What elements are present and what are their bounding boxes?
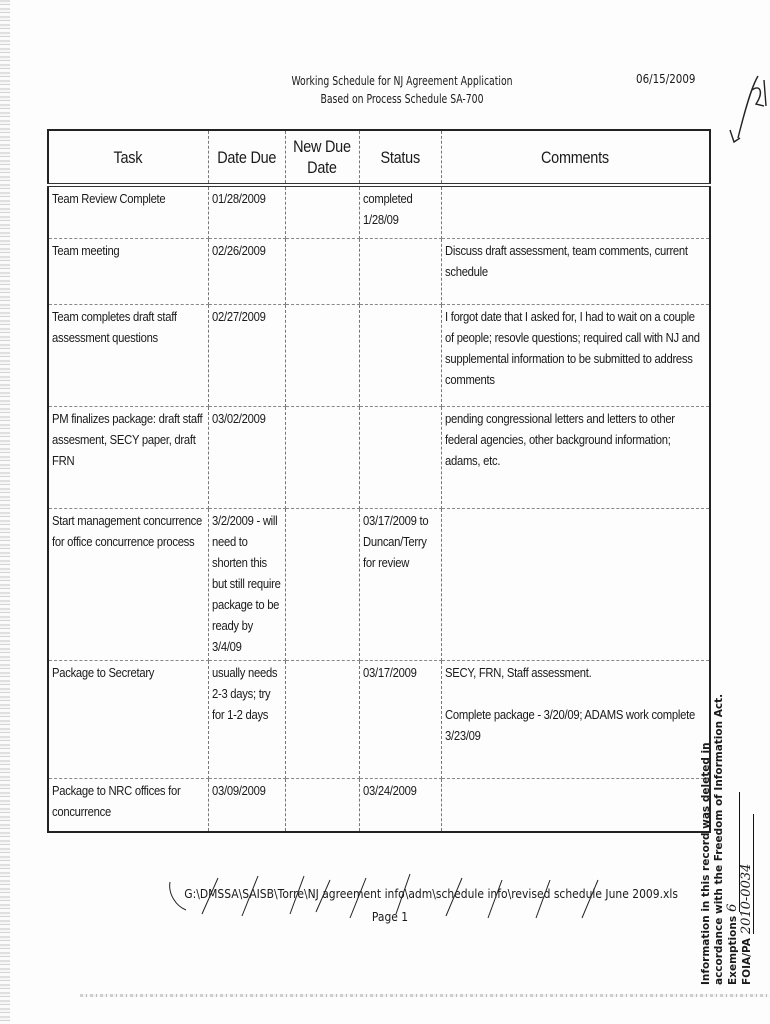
cell-date-due: 03/02/2009	[207, 406, 286, 509]
table-row: Package to NRC offices for concurrence 0…	[47, 778, 711, 833]
document-title: Working Schedule for NJ Agreement Applic…	[282, 72, 523, 108]
task-text: Package to Secretary	[52, 665, 155, 680]
cell-task: Package to NRC offices for concurrence	[47, 778, 209, 833]
cell-status	[358, 238, 442, 305]
cell-new-due-date	[284, 508, 360, 661]
footer-file-path: G:\DMSSA\SAISB\Torre\NJ agreement info\a…	[184, 886, 678, 901]
comments-text-2: Complete package - 3/20/09; ADAMS work c…	[444, 707, 695, 743]
cell-new-due-date	[284, 660, 360, 779]
cell-comments	[440, 508, 711, 661]
cell-status	[358, 406, 442, 509]
title-line-1: Working Schedule for NJ Agreement Applic…	[291, 74, 513, 88]
cell-comments: pending congressional letters and letter…	[440, 406, 711, 509]
cell-comments	[440, 185, 711, 239]
foia-number-value: 2010-0034	[739, 814, 754, 935]
column-header-task: Task	[47, 130, 209, 187]
foia-line-2: accordance with the Freedom of Informati…	[713, 693, 725, 985]
schedule-table: Task Date Due New Due Date Status Comment…	[47, 129, 711, 833]
cell-date-due: 02/27/2009	[207, 304, 286, 407]
table-row: PM finalizes package: draft staff assesm…	[47, 406, 711, 509]
task-text: Start management concurrence for office …	[52, 513, 203, 549]
cell-status: 03/17/2009	[358, 660, 442, 779]
cell-date-due: 01/28/2009	[207, 185, 286, 239]
table-row: Team meeting 02/26/2009 Discuss draft as…	[47, 238, 711, 305]
cell-comments: SECY, FRN, Staff assessment. Complete pa…	[440, 660, 711, 779]
foia-exemptions-value: 6	[725, 791, 740, 912]
cell-comments: I forgot date that I asked for, I had to…	[440, 304, 711, 407]
column-header-comments: Comments	[440, 130, 711, 187]
task-text: Team Review Complete	[52, 192, 166, 206]
cell-task: PM finalizes package: draft staff assesm…	[47, 406, 209, 509]
foia-number-label: FOIA/PA	[741, 938, 753, 985]
table-row: Team completes draft staff assessment qu…	[47, 304, 711, 407]
new-due-line-1: New Due	[293, 137, 351, 156]
cell-date-due: 3/2/2009 - will need to shorten this but…	[207, 508, 286, 661]
status-text: completed 1/28/09	[362, 192, 413, 227]
table-row: Package to Secretary usually needs 2-3 d…	[47, 660, 711, 779]
cell-new-due-date	[284, 406, 360, 509]
column-header-new-due-date-label: New Due Date	[293, 136, 351, 178]
new-due-line-2: Date	[307, 158, 337, 177]
column-header-status: Status	[358, 130, 442, 187]
column-header-date-due: Date Due	[207, 130, 286, 187]
date-due-text: 01/28/2009	[211, 192, 266, 206]
column-header-task-label: Task	[113, 147, 143, 167]
scan-bottom-artifact	[80, 994, 770, 997]
document-date: 06/15/2009	[636, 72, 696, 86]
cell-comments	[440, 778, 711, 833]
column-header-date-due-label: Date Due	[216, 147, 276, 167]
cell-status: 03/17/2009 to Duncan/Terry for review	[358, 508, 442, 661]
comments-text: I forgot date that I asked for, I had to…	[444, 309, 700, 387]
foia-line-1: Information in this record was deleted i…	[700, 742, 712, 985]
date-due-text: 03/02/2009	[211, 411, 266, 426]
status-text: 03/17/2009 to Duncan/Terry for review	[362, 513, 429, 570]
cell-task: Package to Secretary	[47, 660, 209, 779]
column-header-status-label: Status	[380, 147, 420, 167]
cell-new-due-date	[284, 778, 360, 833]
cell-new-due-date	[284, 185, 360, 239]
handwritten-page-mark-icon	[729, 75, 767, 144]
cell-task: Team Review Complete	[47, 185, 209, 239]
table-row: Team Review Complete 01/28/2009 complete…	[47, 185, 711, 239]
title-line-2: Based on Process Schedule SA-700	[320, 92, 484, 106]
comments-gap	[445, 684, 707, 705]
table-header-row: Task Date Due New Due Date Status Comment…	[47, 130, 711, 187]
column-header-new-due-date: New Due Date	[284, 130, 360, 187]
cell-new-due-date	[284, 238, 360, 305]
date-due-text: 3/2/2009 - will need to shorten this but…	[211, 513, 281, 654]
foia-exemptions-label: Exemptions	[727, 915, 739, 985]
status-text: 03/17/2009	[362, 665, 417, 680]
cell-task: Team completes draft staff assessment qu…	[47, 304, 209, 407]
foia-line-3: Exemptions 6	[725, 685, 740, 985]
comments-text: Discuss draft assessment, team comments,…	[444, 243, 688, 279]
comments-text: pending congressional letters and letter…	[444, 411, 675, 468]
task-text: Package to NRC offices for concurrence	[52, 783, 181, 819]
comments-text: SECY, FRN, Staff assessment.	[444, 665, 592, 680]
cell-task: Start management concurrence for office …	[47, 508, 209, 661]
cell-date-due: usually needs 2-3 days; try for 1-2 days	[207, 660, 286, 779]
task-text: Team meeting	[52, 243, 120, 258]
date-due-text: 02/27/2009	[211, 309, 266, 324]
cell-date-due: 03/09/2009	[207, 778, 286, 833]
date-due-text: 03/09/2009	[211, 783, 266, 798]
footer-page-number: Page 1	[371, 909, 409, 924]
date-due-text: 02/26/2009	[211, 243, 266, 258]
cell-status	[358, 304, 442, 407]
cell-date-due: 02/26/2009	[207, 238, 286, 305]
foia-line-4: FOIA/PA 2010-0034	[739, 685, 754, 985]
table-row: Start management concurrence for office …	[47, 508, 711, 661]
cell-new-due-date	[284, 304, 360, 407]
cell-comments: Discuss draft assessment, team comments,…	[440, 238, 711, 305]
cell-status: 03/24/2009	[358, 778, 442, 833]
cell-status: completed 1/28/09	[358, 185, 442, 239]
scan-edge-artifact	[0, 0, 10, 1024]
status-text: 03/24/2009	[362, 783, 417, 798]
task-text: PM finalizes package: draft staff assesm…	[52, 411, 203, 468]
task-text: Team completes draft staff assessment qu…	[52, 309, 177, 345]
cell-task: Team meeting	[47, 238, 209, 305]
date-due-text: usually needs 2-3 days; try for 1-2 days	[211, 665, 278, 722]
column-header-comments-label: Comments	[541, 147, 610, 167]
foia-redaction-stamp: Information in this record was deleted i…	[700, 685, 768, 985]
